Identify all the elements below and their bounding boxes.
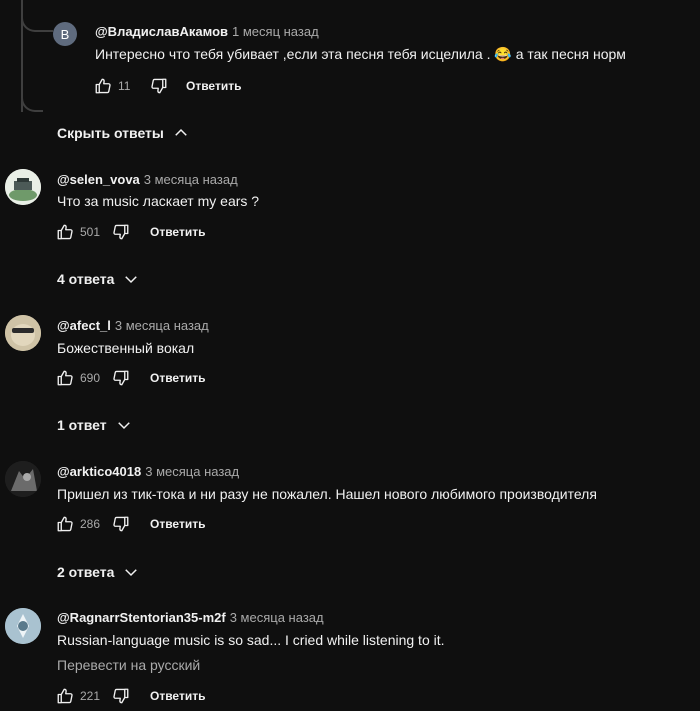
comment-actions: 286 Ответить xyxy=(56,512,205,536)
reply-button[interactable]: Ответить xyxy=(150,371,205,385)
comment-text: Что за music ласкает my ears ? xyxy=(57,193,260,209)
dislike-icon[interactable] xyxy=(150,77,168,95)
comment-time[interactable]: 3 месяца назад xyxy=(115,318,209,333)
replies-count-label: 1 ответ xyxy=(57,417,107,433)
comment-text: Божественный вокал xyxy=(57,340,195,356)
show-replies-button[interactable]: 1 ответ xyxy=(57,416,133,434)
comment-author[interactable]: @ВладиславАкамов xyxy=(95,24,228,39)
comment-meta: @ВладиславАкамов 1 месяц назад xyxy=(95,24,319,39)
comment-text: Пришел из тик-тока и ни разу не пожалел.… xyxy=(57,486,597,502)
chevron-down-icon xyxy=(122,563,140,581)
hide-replies-label: Скрыть ответы xyxy=(57,125,164,141)
like-icon[interactable] xyxy=(56,223,74,241)
show-replies-button[interactable]: 2 ответа xyxy=(57,563,140,581)
like-count: 286 xyxy=(80,517,101,531)
avatar-image xyxy=(5,461,41,497)
avatar[interactable]: В xyxy=(53,22,77,46)
reply-button[interactable]: Ответить xyxy=(150,689,205,703)
comment-text: Russian-language music is so sad... I cr… xyxy=(57,632,445,648)
like-icon[interactable] xyxy=(56,687,74,705)
comment-actions: 221 Ответить xyxy=(56,684,205,708)
reply-button[interactable]: Ответить xyxy=(150,517,205,531)
comment-time[interactable]: 3 месяца назад xyxy=(145,464,239,479)
comment-time[interactable]: 3 месяца назад xyxy=(144,172,238,187)
avatar[interactable] xyxy=(5,608,41,644)
comment-author[interactable]: @selen_vova xyxy=(57,172,140,187)
hide-replies-button[interactable]: Скрыть ответы xyxy=(57,124,190,142)
thread-connector xyxy=(21,0,53,32)
like-count: 690 xyxy=(80,371,101,385)
like-count: 501 xyxy=(80,225,101,239)
replies-count-label: 2 ответа xyxy=(57,564,115,580)
comment-text: Интересно что тебя убивает ,если эта пес… xyxy=(95,46,626,63)
show-replies-button[interactable]: 4 ответа xyxy=(57,270,140,288)
comment-meta: @selen_vova 3 месяца назад xyxy=(57,172,238,187)
comment-meta: @afect_l 3 месяца назад xyxy=(57,318,209,333)
avatar-letter: В xyxy=(60,26,70,42)
like-icon[interactable] xyxy=(56,369,74,387)
avatar-image xyxy=(5,608,41,644)
comment-author[interactable]: @afect_l xyxy=(57,318,111,333)
avatar-image xyxy=(5,315,41,351)
chevron-up-icon xyxy=(172,124,190,142)
emoji: 😂 xyxy=(494,46,512,62)
replies-count-label: 4 ответа xyxy=(57,271,115,287)
comment-actions: 11 Ответить xyxy=(94,74,241,98)
reply-button[interactable]: Ответить xyxy=(150,225,205,239)
comment-author[interactable]: @RagnarrStentorian35-m2f xyxy=(57,610,226,625)
like-icon[interactable] xyxy=(94,77,112,95)
avatar[interactable] xyxy=(5,169,41,205)
avatar[interactable] xyxy=(5,315,41,351)
like-count: 11 xyxy=(118,79,131,93)
reply-button[interactable]: Ответить xyxy=(186,79,241,93)
comment-actions: 501 Ответить xyxy=(56,220,205,244)
chevron-down-icon xyxy=(115,416,133,434)
thread-curve xyxy=(21,96,43,112)
like-icon[interactable] xyxy=(56,515,74,533)
translate-link[interactable]: Перевести на русский xyxy=(57,657,200,673)
like-count: 221 xyxy=(80,689,101,703)
comment-meta: @arktico4018 3 месяца назад xyxy=(57,464,239,479)
comment-text-tail: а так песня норм xyxy=(515,46,626,62)
comment-text-main: Интересно что тебя убивает ,если эта пес… xyxy=(95,46,491,62)
comment-time[interactable]: 3 месяца назад xyxy=(230,610,324,625)
dislike-icon[interactable] xyxy=(112,223,130,241)
comment-author[interactable]: @arktico4018 xyxy=(57,464,141,479)
chevron-down-icon xyxy=(122,270,140,288)
avatar-image xyxy=(5,169,41,205)
avatar[interactable] xyxy=(5,461,41,497)
comment-time[interactable]: 1 месяц назад xyxy=(232,24,319,39)
comment-actions: 690 Ответить xyxy=(56,366,205,390)
dislike-icon[interactable] xyxy=(112,687,130,705)
dislike-icon[interactable] xyxy=(112,515,130,533)
dislike-icon[interactable] xyxy=(112,369,130,387)
comment-meta: @RagnarrStentorian35-m2f 3 месяца назад xyxy=(57,610,324,625)
